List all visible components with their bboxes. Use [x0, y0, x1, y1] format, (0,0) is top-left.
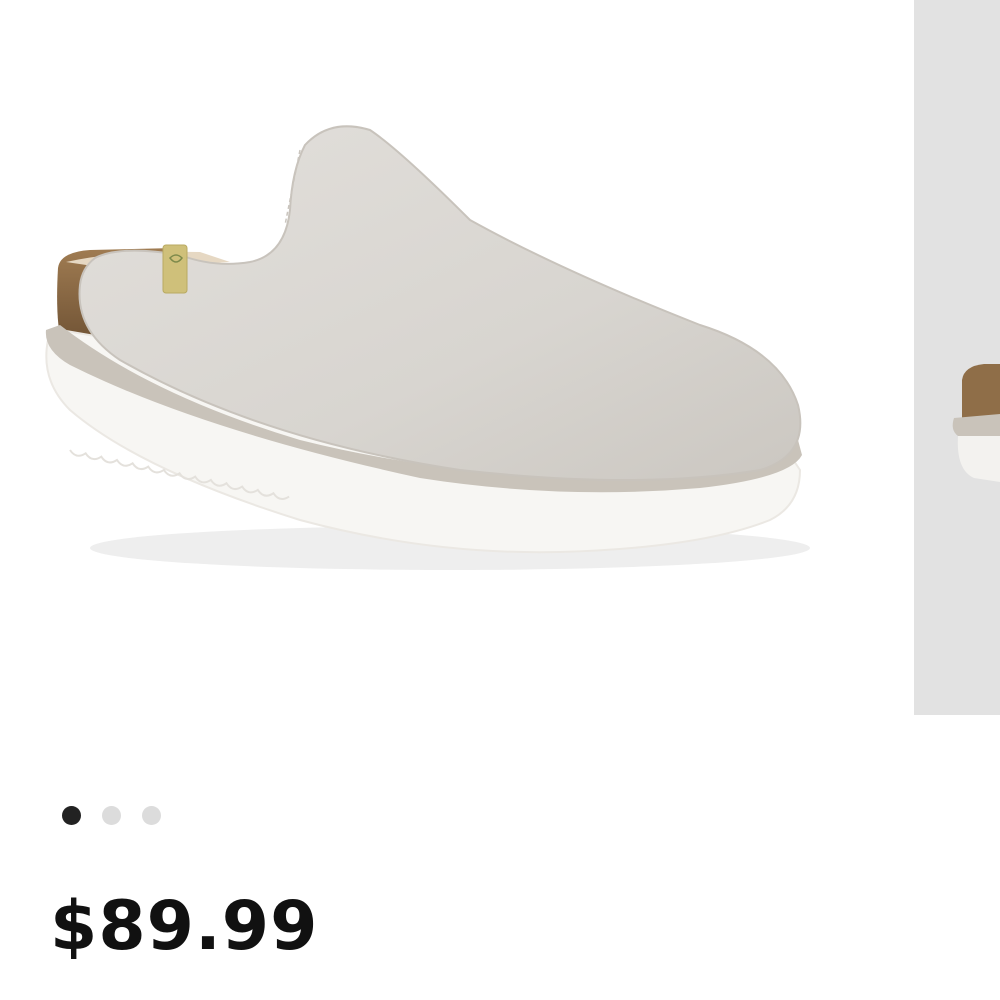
clog-shoe-image-next	[952, 364, 1000, 482]
carousel-pagination	[62, 805, 161, 825]
carousel-dot-2[interactable]	[102, 805, 121, 825]
product-price: $89.99	[50, 887, 319, 966]
carousel-dot-1[interactable]	[62, 805, 81, 825]
product-page: $89.99	[0, 0, 1000, 1000]
carousel-dot-3[interactable]	[142, 805, 161, 825]
image-carousel[interactable]	[0, 0, 1000, 715]
carousel-slide-current[interactable]	[0, 0, 914, 715]
carousel-slide-next[interactable]	[914, 0, 1000, 715]
clog-shoe-image	[45, 125, 810, 570]
